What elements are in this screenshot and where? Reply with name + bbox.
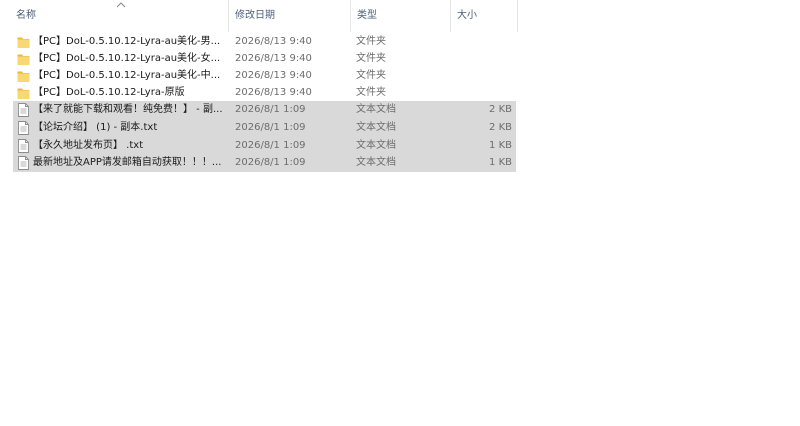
folder-icon	[17, 86, 30, 100]
column-header-type[interactable]: 类型	[350, 0, 450, 32]
file-row[interactable]: 【PC】DoL-0.5.10.12-Lyra-原版 2026/8/13 9:40 文…	[13, 84, 516, 102]
text-file-icon	[17, 139, 30, 153]
file-type: 文本文档	[356, 104, 396, 115]
file-type: 文件夹	[356, 70, 386, 81]
column-header-name-label: 名称	[16, 10, 36, 21]
file-type: 文本文档	[356, 140, 396, 151]
file-modified-date: 2026/8/1 1:09	[235, 140, 306, 151]
file-size	[456, 33, 512, 51]
folder-icon	[17, 69, 30, 83]
sort-ascending-icon	[116, 2, 126, 8]
file-type: 文本文档	[356, 122, 396, 133]
file-type: 文件夹	[356, 53, 386, 64]
column-header-date[interactable]: 修改日期	[228, 0, 350, 32]
file-name: 【PC】DoL-0.5.10.12-Lyra-au美化-中...	[33, 70, 221, 81]
text-file-icon	[17, 121, 30, 135]
column-header-type-label: 类型	[357, 10, 377, 21]
file-name: 【PC】DoL-0.5.10.12-Lyra-原版	[33, 87, 185, 98]
file-modified-date: 2026/8/13 9:40	[235, 53, 312, 64]
file-name: 【PC】DoL-0.5.10.12-Lyra-au美化-男...	[33, 36, 221, 47]
file-modified-date: 2026/8/13 9:40	[235, 87, 312, 98]
file-row[interactable]: 最新地址及APP请发邮箱自动获取！！！... 2026/8/1 1:09 文本文档 1…	[13, 154, 516, 172]
folder-icon	[17, 52, 30, 66]
file-row[interactable]: 【论坛介绍】 (1) - 副本.txt 2026/8/1 1:09 文本文档 2 KB	[13, 119, 516, 137]
file-size	[456, 50, 512, 68]
file-modified-date: 2026/8/1 1:09	[235, 157, 306, 168]
file-size: 1 KB	[489, 157, 512, 168]
text-file-icon	[17, 156, 30, 170]
file-name: 【永久地址发布页】 .txt	[33, 140, 144, 151]
file-row[interactable]: 【PC】DoL-0.5.10.12-Lyra-au美化-中... 2026/8/1…	[13, 67, 516, 85]
file-row[interactable]: 【PC】DoL-0.5.10.12-Lyra-au美化-女... 2026/8/1…	[13, 50, 516, 68]
file-row[interactable]: 【来了就能下载和观看！纯免费！】 - 副... 2026/8/1 1:09 文本文档…	[13, 101, 516, 119]
file-modified-date: 2026/8/13 9:40	[235, 70, 312, 81]
text-file-icon	[17, 103, 30, 117]
file-name: 最新地址及APP请发邮箱自动获取！！！...	[33, 157, 222, 168]
file-size: 2 KB	[489, 104, 512, 115]
column-header-date-label: 修改日期	[235, 10, 275, 21]
file-type: 文件夹	[356, 87, 386, 98]
file-modified-date: 2026/8/1 1:09	[235, 122, 306, 133]
column-header-bar: 名称 修改日期 类型 大小	[0, 0, 520, 32]
file-size	[456, 84, 512, 102]
file-row[interactable]: 【PC】DoL-0.5.10.12-Lyra-au美化-男... 2026/8/1…	[13, 33, 516, 51]
file-name: 【来了就能下载和观看！纯免费！】 - 副...	[33, 104, 223, 115]
file-type: 文本文档	[356, 157, 396, 168]
file-name: 【论坛介绍】 (1) - 副本.txt	[33, 122, 158, 133]
file-type: 文件夹	[356, 36, 386, 47]
file-row[interactable]: 【永久地址发布页】 .txt 2026/8/1 1:09 文本文档 1 KB	[13, 137, 516, 155]
file-name: 【PC】DoL-0.5.10.12-Lyra-au美化-女...	[33, 53, 221, 64]
file-size	[456, 67, 512, 85]
file-size: 1 KB	[489, 140, 512, 151]
column-header-size[interactable]: 大小	[450, 0, 518, 32]
column-header-size-label: 大小	[457, 10, 477, 21]
file-modified-date: 2026/8/13 9:40	[235, 36, 312, 47]
file-size: 2 KB	[489, 122, 512, 133]
file-modified-date: 2026/8/1 1:09	[235, 104, 306, 115]
folder-icon	[17, 35, 30, 49]
